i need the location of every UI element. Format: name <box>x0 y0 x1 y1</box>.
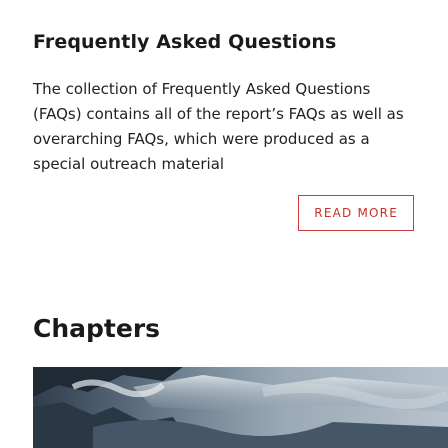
faq-title: Frequently Asked Questions <box>33 31 337 53</box>
read-more-button[interactable]: READ MORE <box>298 195 414 231</box>
chapter-banner-image[interactable] <box>33 367 448 448</box>
chapters-title: Chapters <box>33 314 161 343</box>
faq-section: Frequently Asked Questions The collectio… <box>33 28 423 231</box>
faq-description: The collection of Frequently Asked Quest… <box>33 80 404 173</box>
read-more-container: READ MORE <box>33 195 423 231</box>
chapter-banner-graphic <box>33 367 448 448</box>
page: Frequently Asked Questions The collectio… <box>0 0 448 448</box>
